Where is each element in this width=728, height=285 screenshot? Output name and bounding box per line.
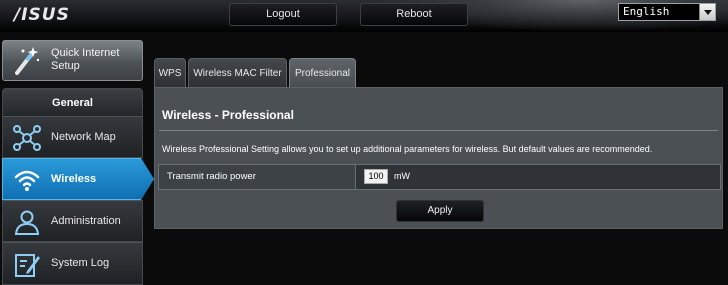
magic-wand-icon [15, 47, 40, 75]
network-map-icon [13, 125, 41, 151]
chevron-down-icon[interactable] [699, 4, 715, 20]
language-value: English [623, 5, 670, 18]
logout-button[interactable]: Logout [229, 3, 337, 26]
wireless-icon [14, 170, 40, 191]
administration-icon [14, 210, 40, 235]
tab-wps[interactable]: WPS [154, 58, 186, 87]
sidebar-item-label: Network Map [51, 131, 116, 143]
sidebar-item-wireless[interactable]: Wireless [2, 158, 154, 200]
tab-wireless-mac-filter[interactable]: Wireless MAC Filter [188, 58, 287, 87]
sidebar-item-label: Administration [51, 215, 121, 227]
quick-internet-setup-button[interactable]: Quick Internet Setup [2, 40, 143, 81]
page-title: Wireless - Professional [162, 108, 294, 122]
professional-settings-panel: Wireless - Professional Wireless Profess… [154, 87, 723, 229]
reboot-button[interactable]: Reboot [360, 3, 468, 26]
transmit-radio-power-input[interactable]: 100 [364, 169, 388, 184]
unit-label: mW [394, 171, 410, 181]
transmit-radio-power-value-cell: 100 mW [355, 165, 720, 189]
page-description: Wireless Professional Setting allows you… [162, 144, 653, 154]
sidebar-item-label: Wireless [51, 173, 97, 185]
quick-internet-setup-label: Quick Internet Setup [51, 47, 120, 72]
transmit-radio-power-label: Transmit radio power [159, 165, 355, 189]
top-bar: /ISUS Logout Reboot English [0, 0, 728, 32]
tab-professional[interactable]: Professional [289, 58, 356, 87]
language-select[interactable]: English [618, 3, 716, 21]
divider [159, 130, 718, 131]
asus-logo[interactable]: /ISUS [14, 5, 70, 25]
general-section-header: General [2, 88, 143, 116]
transmit-radio-power-row: Transmit radio power 100 mW [158, 164, 721, 190]
sidebar-item-system-log[interactable]: System Log [2, 242, 143, 285]
sidebar-item-network-map[interactable]: Network Map [2, 116, 143, 158]
sidebar-item-administration[interactable]: Administration [2, 200, 143, 242]
apply-button[interactable]: Apply [396, 200, 484, 222]
sidebar-item-label: System Log [51, 257, 110, 269]
system-log-icon [15, 254, 40, 277]
